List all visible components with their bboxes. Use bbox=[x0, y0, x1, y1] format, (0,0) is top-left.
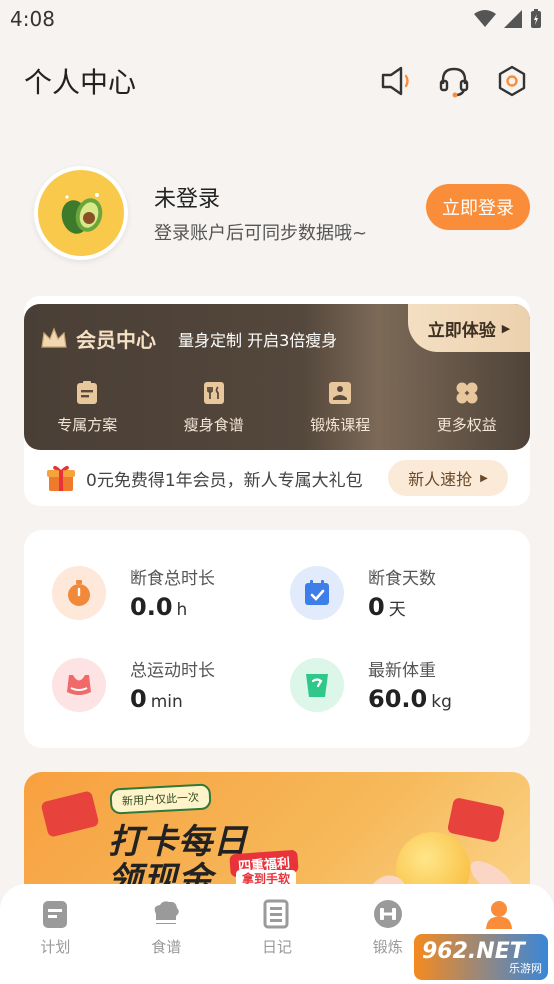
promo-text: 0元免费得1年会员，新人专属大礼包 bbox=[86, 470, 363, 491]
diary-icon bbox=[263, 899, 289, 929]
vip-slogan: 量身定制 开启3倍瘦身 bbox=[178, 330, 338, 350]
stat-unit: 天 bbox=[388, 600, 406, 620]
tab-label: 锻炼 bbox=[372, 938, 403, 956]
stat-label: 最新体重 bbox=[368, 661, 436, 681]
feature-label: 锻炼课程 bbox=[310, 416, 371, 434]
stat-value: 0 bbox=[130, 685, 147, 713]
user-icon bbox=[485, 901, 512, 929]
recipe-book-icon bbox=[203, 382, 224, 404]
vip-title: 会员中心 bbox=[76, 328, 156, 352]
wifi-icon bbox=[474, 10, 496, 27]
feature-course[interactable]: 锻炼课程 bbox=[277, 380, 404, 450]
stat-value: 0.0 bbox=[130, 593, 173, 621]
vip-features: 专属方案 瘦身食谱 锻炼课程 更多权益 bbox=[24, 380, 530, 450]
promo-button-label: 新人速抢 bbox=[408, 470, 473, 489]
promo-button[interactable]: 新人速抢 ▶ bbox=[388, 460, 508, 496]
stat-value: 0 bbox=[368, 593, 385, 621]
chevron-right-icon: ▶ bbox=[480, 472, 488, 484]
stat-latest-weight[interactable]: 最新体重 60.0 kg bbox=[290, 656, 452, 713]
vip-promo: 0元免费得1年会员，新人专属大礼包 新人速抢 ▶ bbox=[24, 450, 530, 506]
stat-unit: min bbox=[150, 692, 183, 712]
status-time: 4:08 bbox=[10, 7, 55, 31]
stat-icon-bg bbox=[290, 565, 344, 620]
stats-card: 断食总时长 0.0 h 断食天数 0天 总运动时长 0 min 最新体重 60.0 k… bbox=[24, 530, 530, 748]
vip-panel[interactable]: 会员中心 量身定制 开启3倍瘦身 立即体验 ▶ 专属方案 瘦身食谱 锻炼课程 更… bbox=[24, 304, 530, 450]
calendar-check-icon bbox=[305, 579, 329, 605]
battery-icon bbox=[531, 9, 541, 28]
stat-fasting-days[interactable]: 断食天数 0天 bbox=[290, 564, 436, 621]
tab-plan[interactable]: 计划 bbox=[0, 898, 111, 984]
page-header: 个人中心 bbox=[0, 56, 554, 106]
course-icon bbox=[329, 382, 352, 404]
stat-label: 总运动时长 bbox=[130, 661, 215, 681]
tab-diary[interactable]: 日记 bbox=[222, 898, 333, 984]
gift-icon bbox=[47, 465, 75, 491]
speaker-icon bbox=[381, 66, 409, 96]
dumbbell-icon bbox=[373, 900, 402, 928]
customer-service-button[interactable] bbox=[436, 63, 472, 99]
watermark-sub: 乐游网 bbox=[509, 961, 542, 975]
stat-value: 60.0 bbox=[368, 685, 428, 713]
feature-plan[interactable]: 专属方案 bbox=[24, 380, 151, 450]
chevron-right-icon: ▶ bbox=[501, 321, 511, 335]
stat-icon-bg bbox=[290, 657, 344, 712]
status-bar: 4:08 bbox=[0, 0, 554, 38]
chef-hat-icon bbox=[154, 901, 179, 924]
stat-icon-bg bbox=[52, 565, 106, 620]
tab-label: 计划 bbox=[40, 938, 71, 956]
plan-tab-icon bbox=[43, 901, 68, 928]
tab-recipe[interactable]: 食谱 bbox=[111, 898, 222, 984]
site-watermark: 962.NET 乐游网 bbox=[414, 934, 548, 980]
clover-icon bbox=[456, 382, 478, 404]
settings-button[interactable] bbox=[494, 63, 530, 99]
avatar[interactable] bbox=[34, 166, 128, 260]
feature-label: 瘦身食谱 bbox=[183, 416, 244, 434]
page-title: 个人中心 bbox=[24, 66, 137, 99]
feature-recipe[interactable]: 瘦身食谱 bbox=[151, 380, 278, 450]
stat-unit: kg bbox=[431, 692, 452, 712]
crown-icon bbox=[41, 326, 67, 348]
feature-more[interactable]: 更多权益 bbox=[404, 380, 531, 450]
scale-icon bbox=[306, 673, 328, 697]
login-button[interactable]: 立即登录 bbox=[426, 184, 530, 230]
tab-label: 食谱 bbox=[151, 938, 182, 956]
banner-tag: 新用户仅此一次 bbox=[109, 783, 212, 815]
red-envelope-image bbox=[40, 790, 100, 838]
feature-label: 专属方案 bbox=[57, 416, 118, 434]
signal-icon bbox=[504, 10, 522, 28]
stopwatch-icon bbox=[68, 579, 90, 606]
feature-label: 更多权益 bbox=[436, 416, 497, 434]
gear-icon bbox=[498, 65, 526, 97]
tab-label: 日记 bbox=[261, 938, 292, 956]
status-icons bbox=[474, 9, 542, 29]
avocado-icon bbox=[61, 193, 103, 234]
stat-label: 断食天数 bbox=[368, 569, 436, 589]
stat-label: 断食总时长 bbox=[130, 569, 215, 589]
sports-bra-icon bbox=[67, 674, 91, 695]
headset-icon bbox=[439, 67, 469, 98]
plan-icon bbox=[77, 381, 98, 404]
broadcast-button[interactable] bbox=[378, 63, 414, 99]
profile-section: 未登录 登录账户后可同步数据哦~ 立即登录 bbox=[34, 166, 530, 260]
vip-card: 会员中心 量身定制 开启3倍瘦身 立即体验 ▶ 专属方案 瘦身食谱 锻炼课程 更… bbox=[24, 296, 530, 506]
stat-exercise-duration[interactable]: 总运动时长 0 min bbox=[52, 656, 215, 713]
stat-unit: h bbox=[176, 600, 188, 620]
vip-try-button[interactable]: 立即体验 ▶ bbox=[408, 304, 530, 352]
vip-try-label: 立即体验 bbox=[427, 320, 496, 341]
stat-fasting-duration[interactable]: 断食总时长 0.0 h bbox=[52, 564, 215, 621]
stat-icon-bg bbox=[52, 657, 106, 712]
